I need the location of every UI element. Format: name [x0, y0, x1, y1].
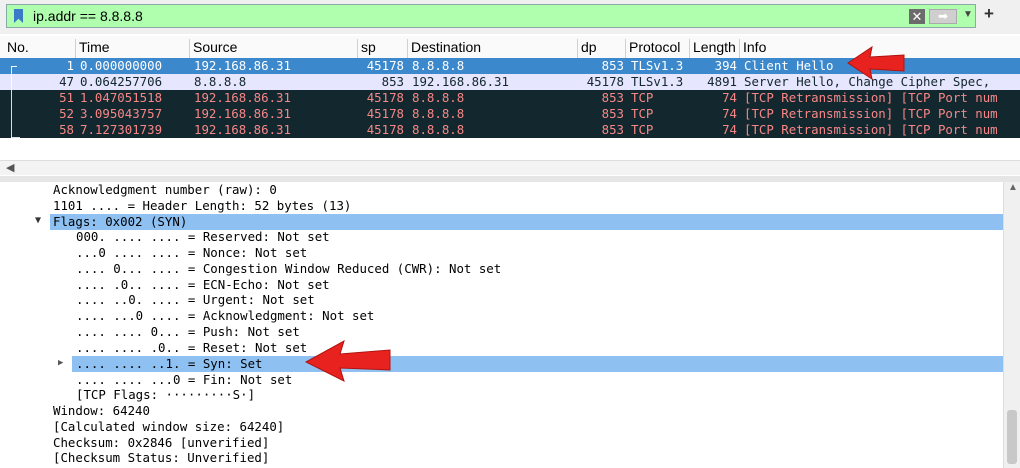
packet-row-52[interactable]: 52 3.095043757 192.168.86.31 45178 8.8.8…: [0, 106, 1020, 122]
detail-row[interactable]: .... .... 0... = Push: Not set: [76, 324, 300, 340]
cell-dp: 853: [601, 106, 624, 121]
cell-dp: 45178: [586, 74, 624, 89]
detail-row[interactable]: 1101 .... = Header Length: 52 bytes (13): [53, 198, 351, 214]
display-filter-input[interactable]: ip.addr == 8.8.8.8 ✕ ➡ ▼: [6, 4, 976, 28]
cell-no: 47: [59, 74, 74, 89]
cell-time: 7.127301739: [80, 122, 163, 137]
cell-protocol: TCP: [631, 90, 654, 105]
packet-list-hscrollbar[interactable]: ◀: [0, 160, 1020, 175]
scroll-up-icon[interactable]: ▲: [1008, 182, 1018, 193]
cell-sp: 45178: [366, 58, 404, 73]
cell-destination: 8.8.8.8: [412, 90, 465, 105]
bookmark-icon[interactable]: [14, 9, 23, 23]
cell-destination: 192.168.86.31: [412, 74, 509, 89]
red-arrow-left-icon: [304, 339, 391, 382]
cell-info: Client Hello: [744, 58, 834, 73]
cell-length: 74: [722, 122, 737, 137]
detail-row[interactable]: .... 0... .... = Congestion Window Reduc…: [76, 261, 501, 277]
add-filter-button[interactable]: +: [984, 4, 994, 24]
cell-dp: 853: [601, 58, 624, 73]
detail-row[interactable]: Window: 64240: [53, 403, 150, 419]
detail-row[interactable]: Checksum: 0x2846 [unverified]: [53, 435, 269, 451]
detail-row[interactable]: [Checksum Status: Unverified]: [53, 450, 269, 466]
cell-protocol: TCP: [631, 106, 654, 121]
chevron-down-icon[interactable]: ▼: [963, 9, 973, 20]
cell-time: 0.000000000: [80, 58, 163, 73]
cell-length: 394: [714, 58, 737, 73]
expand-down-icon[interactable]: ▼: [35, 215, 41, 226]
cell-protocol: TLSv1.3: [631, 58, 684, 73]
cell-length: 4891: [707, 74, 737, 89]
detail-row[interactable]: .... ...0 .... = Acknowledgment: Not set: [76, 308, 374, 324]
detail-row[interactable]: [Calculated window size: 64240]: [53, 419, 284, 435]
conversation-bracket-bottom: [11, 137, 20, 138]
cell-sp: 45178: [366, 122, 404, 137]
cell-source: 192.168.86.31: [194, 122, 291, 137]
packet-row-51[interactable]: 51 1.047051518 192.168.86.31 45178 8.8.8…: [0, 90, 1020, 106]
cell-destination: 8.8.8.8: [412, 122, 465, 137]
cell-length: 74: [722, 90, 737, 105]
cell-destination: 8.8.8.8: [412, 106, 465, 121]
detail-row[interactable]: .... .0.. .... = ECN-Echo: Not set: [76, 277, 330, 293]
clear-filter-icon[interactable]: ✕: [909, 9, 925, 24]
red-arrow-left-icon: [847, 45, 905, 81]
details-vscrollbar[interactable]: ▲: [1003, 182, 1020, 468]
cell-sp: 45178: [366, 90, 404, 105]
cell-no: 1: [66, 58, 74, 73]
cell-source: 192.168.86.31: [194, 90, 291, 105]
cell-time: 0.064257706: [80, 74, 163, 89]
detail-row[interactable]: Acknowledgment number (raw): 0: [53, 182, 277, 198]
conversation-bracket-top: [11, 66, 17, 67]
detail-row[interactable]: .... .... .0.. = Reset: Not set: [76, 340, 307, 356]
packet-details-pane: Acknowledgment number (raw): 0 1101 ....…: [0, 182, 1004, 468]
cell-protocol: TCP: [631, 122, 654, 137]
cell-source: 192.168.86.31: [194, 106, 291, 121]
apply-filter-icon[interactable]: ➡: [929, 9, 957, 24]
expand-right-icon[interactable]: ▶: [58, 358, 63, 368]
scroll-thumb[interactable]: [1007, 410, 1017, 464]
detail-row[interactable]: 000. .... .... = Reserved: Not set: [76, 229, 330, 245]
col-header-no[interactable]: No.: [4, 39, 76, 59]
cell-sp: 45178: [366, 106, 404, 121]
cell-destination: 8.8.8.8: [412, 58, 465, 73]
cell-source: 192.168.86.31: [194, 58, 291, 73]
col-header-destination[interactable]: Destination: [408, 39, 578, 59]
col-header-source[interactable]: Source: [190, 39, 358, 59]
cell-length: 74: [722, 106, 737, 121]
conversation-bracket: [11, 66, 12, 138]
scroll-left-icon[interactable]: ◀: [6, 161, 14, 174]
cell-time: 3.095043757: [80, 106, 163, 121]
detail-row[interactable]: [TCP Flags: ·········S·]: [76, 387, 255, 403]
cell-protocol: TLSv1.3: [631, 74, 684, 89]
cell-info: [TCP Retransmission] [TCP Port num: [744, 106, 998, 121]
col-header-dp[interactable]: dp: [578, 39, 626, 59]
detail-row[interactable]: ...0 .... .... = Nonce: Not set: [76, 245, 307, 261]
cell-time: 1.047051518: [80, 90, 163, 105]
cell-info: [TCP Retransmission] [TCP Port num: [744, 90, 998, 105]
packet-row-58[interactable]: 58 7.127301739 192.168.86.31 45178 8.8.8…: [0, 122, 1020, 138]
detail-row[interactable]: .... ..0. .... = Urgent: Not set: [76, 292, 315, 308]
col-header-time[interactable]: Time: [76, 39, 190, 59]
col-header-protocol[interactable]: Protocol: [626, 39, 690, 59]
col-header-sp[interactable]: sp: [358, 39, 408, 59]
detail-row-flags[interactable]: Flags: 0x002 (SYN): [50, 214, 1003, 230]
cell-dp: 853: [601, 122, 624, 137]
detail-row-syn[interactable]: .... .... ..1. = Syn: Set: [72, 356, 1004, 372]
col-header-length[interactable]: Length: [690, 39, 740, 59]
cell-sp: 853: [381, 74, 404, 89]
cell-no: 58: [59, 122, 74, 137]
cell-info: [TCP Retransmission] [TCP Port num: [744, 122, 998, 137]
cell-no: 52: [59, 106, 74, 121]
cell-no: 51: [59, 90, 74, 105]
cell-source: 8.8.8.8: [194, 74, 247, 89]
detail-row[interactable]: .... .... ...0 = Fin: Not set: [76, 372, 292, 388]
display-filter-toolbar: ip.addr == 8.8.8.8 ✕ ➡ ▼ +: [0, 0, 1020, 34]
cell-dp: 853: [601, 90, 624, 105]
filter-text[interactable]: ip.addr == 8.8.8.8: [33, 8, 143, 24]
